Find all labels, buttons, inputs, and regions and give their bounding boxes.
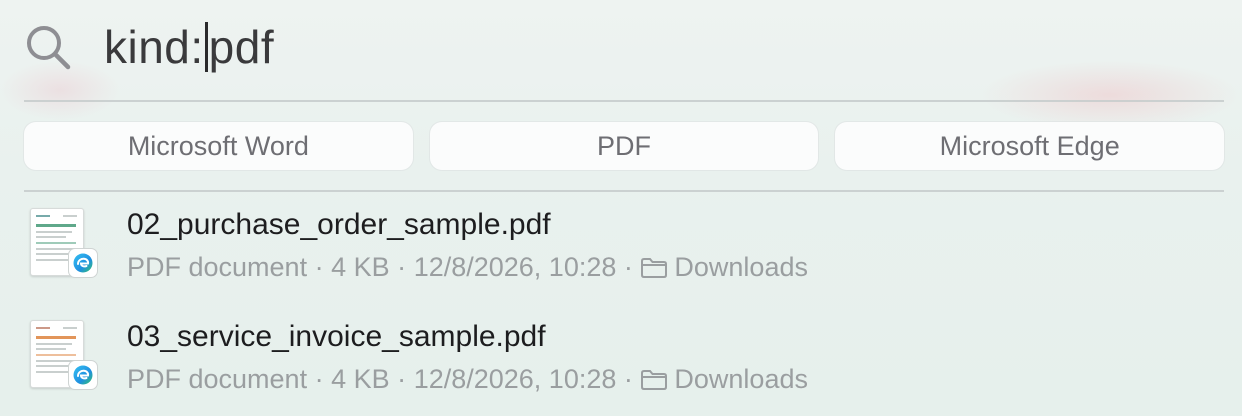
result-kind: PDF document: [127, 364, 308, 394]
spotlight-panel: kind: pdf Microsoft Word PDF Microsoft Ed…: [0, 0, 1242, 416]
result-meta: PDF document · 4 KB · 12/8/2026, 10:28 ·…: [127, 364, 808, 395]
result-size: 4 KB: [331, 252, 390, 282]
search-bar[interactable]: kind: pdf: [24, 12, 1224, 82]
meta-separator: ·: [314, 252, 324, 282]
result-date: 12/8/2026, 10:28: [413, 364, 617, 394]
folder-icon: [640, 257, 668, 279]
microsoft-edge-icon: [68, 360, 98, 390]
filter-chips: Microsoft Word PDF Microsoft Edge: [24, 122, 1225, 170]
chip-microsoft-word[interactable]: Microsoft Word: [24, 122, 413, 170]
meta-separator: ·: [397, 364, 407, 394]
result-location: Downloads: [674, 252, 808, 282]
result-location: Downloads: [674, 364, 808, 394]
result-kind: PDF document: [127, 252, 308, 282]
chip-microsoft-edge[interactable]: Microsoft Edge: [835, 122, 1225, 170]
microsoft-edge-icon: [68, 248, 98, 278]
meta-separator: ·: [397, 252, 407, 282]
search-query-part: pdf: [208, 21, 275, 73]
text-caret: [204, 22, 208, 72]
search-input[interactable]: kind: pdf: [104, 20, 274, 74]
meta-separator: ·: [623, 364, 633, 394]
search-icon: [24, 23, 72, 71]
search-query-part: kind:: [104, 21, 204, 73]
result-item[interactable]: 03_service_invoice_sample.pdf PDF docume…: [24, 312, 1224, 412]
result-item[interactable]: 02_purchase_order_sample.pdf PDF documen…: [24, 200, 1224, 300]
divider: [24, 100, 1224, 102]
result-title: 03_service_invoice_sample.pdf: [127, 320, 546, 353]
meta-separator: ·: [314, 364, 324, 394]
divider: [24, 190, 1224, 192]
result-title: 02_purchase_order_sample.pdf: [127, 208, 551, 241]
result-date: 12/8/2026, 10:28: [413, 252, 617, 282]
result-size: 4 KB: [331, 364, 390, 394]
result-meta: PDF document · 4 KB · 12/8/2026, 10:28 ·…: [127, 252, 808, 283]
folder-icon: [640, 369, 668, 391]
chip-pdf[interactable]: PDF: [429, 122, 819, 170]
meta-separator: ·: [623, 252, 633, 282]
